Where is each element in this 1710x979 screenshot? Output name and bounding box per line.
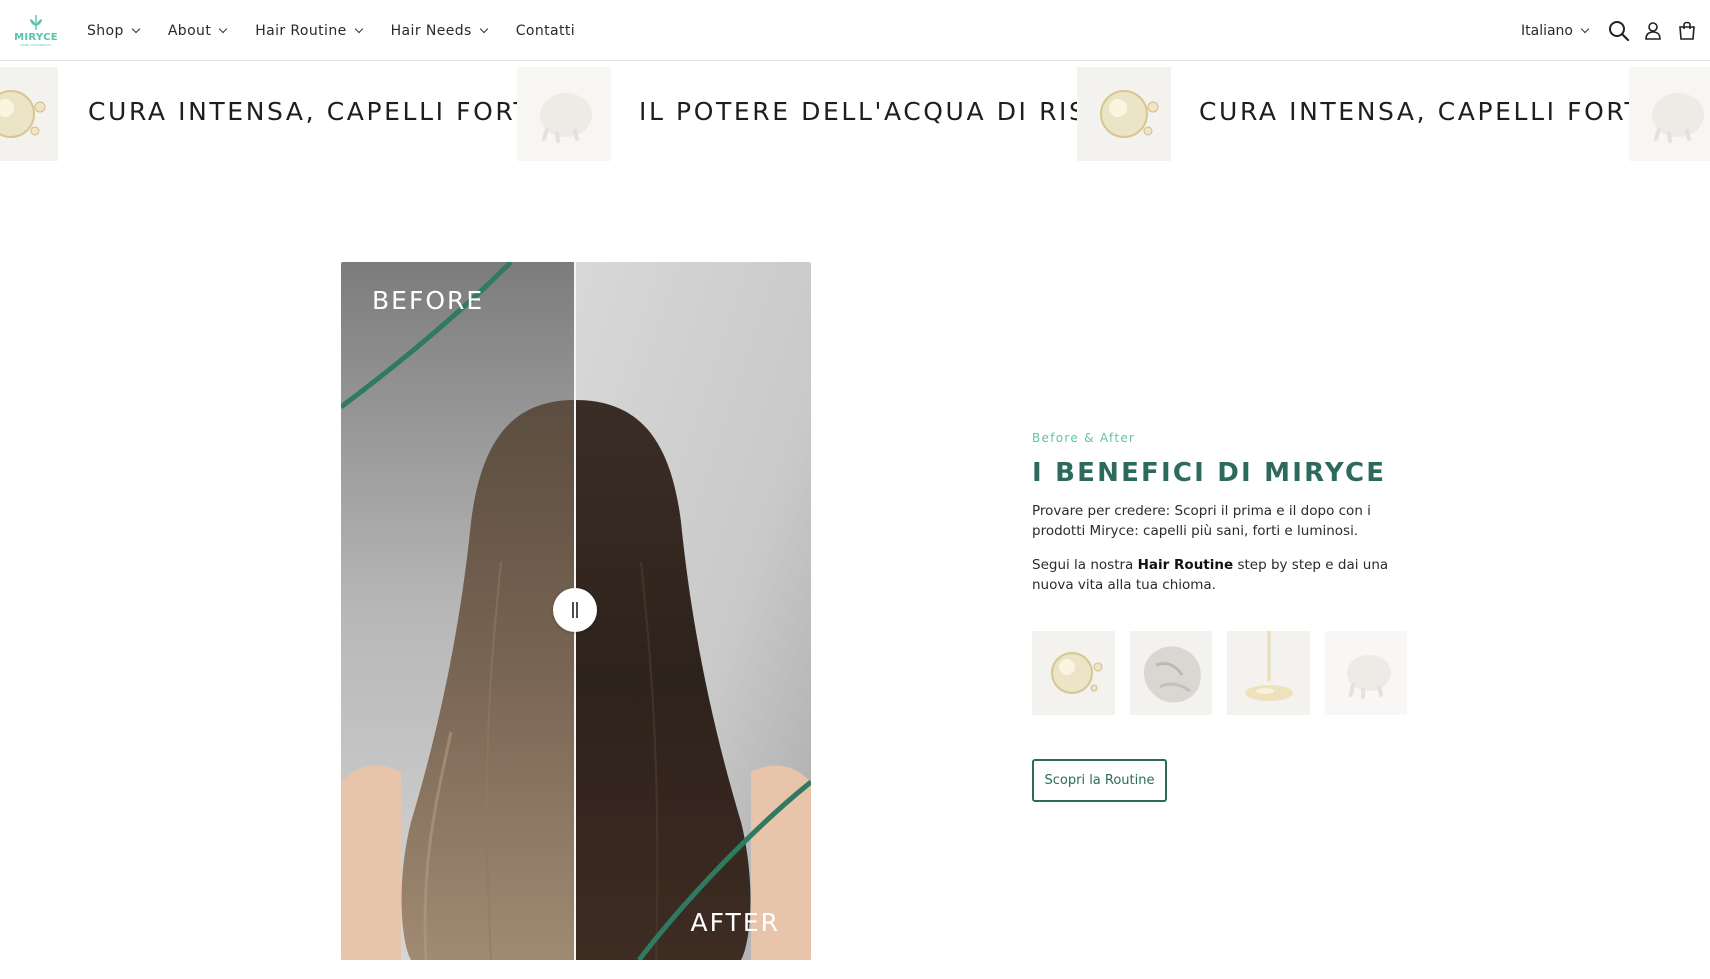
logo-text: MIRYCE <box>14 32 58 43</box>
nav-shop[interactable]: Shop <box>87 22 141 39</box>
logo-tagline: MADE YOUR BEAUTY <box>20 43 52 47</box>
nav-contatti[interactable]: Contatti <box>516 23 575 39</box>
before-after-slider[interactable]: BEFORE AFTER <box>341 262 811 960</box>
chevron-down-icon <box>354 24 363 33</box>
marquee-item-2: IL POTERE DELL'ACQUA DI RISO <box>639 97 1110 126</box>
account-icon[interactable] <box>1636 14 1670 48</box>
before-label: BEFORE <box>372 286 485 315</box>
chevron-down-icon <box>218 24 228 33</box>
header-tools: Italiano <box>1521 0 1710 61</box>
nav-hair-routine[interactable]: Hair Routine <box>255 22 363 39</box>
section-title: I BENEFICI DI MIRYCE <box>1032 458 1387 488</box>
thumbnail-cream-texture[interactable] <box>1129 631 1212 715</box>
announcement-marquee: CURA INTENSA, CAPELLI FORTI IL POTERE DE… <box>0 61 1710 161</box>
site-header: MIRYCE MADE YOUR BEAUTY Shop About Hair … <box>0 0 1710 61</box>
marquee-item-3: CURA INTENSA, CAPELLI FORTI <box>1199 97 1653 126</box>
after-label: AFTER <box>690 908 780 937</box>
leaf-icon <box>30 15 42 31</box>
section-eyebrow: Before & After <box>1032 431 1136 445</box>
marquee-item-1: CURA INTENSA, CAPELLI FORTI <box>88 97 542 126</box>
chevron-down-icon <box>131 24 141 33</box>
nav-hair-routine-label: Hair Routine <box>255 22 347 39</box>
nav-hair-needs[interactable]: Hair Needs <box>390 22 488 39</box>
nav-hair-needs-label: Hair Needs <box>390 22 472 39</box>
nav-shop-label: Shop <box>87 22 124 39</box>
nav-contatti-label: Contatti <box>515 22 576 39</box>
cream-tile <box>1629 67 1710 161</box>
benefits-paragraph-2: Segui la nostra Hair Routine step by ste… <box>1032 555 1422 595</box>
product-thumbnails <box>1032 631 1422 715</box>
cart-icon[interactable] <box>1670 14 1704 48</box>
main-nav: Shop About Hair Routine Hair Needs Conta… <box>87 0 604 61</box>
thumbnail-white-cream[interactable] <box>1324 631 1407 715</box>
language-label: Italiano <box>1521 22 1573 39</box>
chevron-down-icon <box>479 24 488 33</box>
search-icon[interactable] <box>1602 14 1636 48</box>
discover-routine-button[interactable]: Scopri la Routine <box>1032 759 1167 802</box>
paragraph-2-prefix: Segui la nostra <box>1032 557 1138 573</box>
drag-handle-icon <box>572 602 578 618</box>
nav-about[interactable]: About <box>167 22 228 39</box>
cream-tile <box>517 67 611 161</box>
thumbnail-serum-drip[interactable] <box>1227 631 1310 715</box>
benefits-paragraph-1: Provare per credere: Scopri il prima e i… <box>1032 503 1371 539</box>
oil-drop-tile <box>0 67 58 161</box>
language-selector[interactable]: Italiano <box>1521 22 1590 39</box>
slider-handle[interactable] <box>553 588 597 632</box>
chevron-down-icon <box>1580 24 1590 33</box>
paragraph-2-bold: Hair Routine <box>1137 557 1234 573</box>
thumbnail-oil-drop[interactable] <box>1032 631 1115 715</box>
benefits-section: Before & After I BENEFICI DI MIRYCE Prov… <box>1032 429 1422 802</box>
nav-about-label: About <box>167 22 212 39</box>
brand-logo[interactable]: MIRYCE MADE YOUR BEAUTY <box>12 12 60 50</box>
oil-drop-tile <box>1077 67 1171 161</box>
